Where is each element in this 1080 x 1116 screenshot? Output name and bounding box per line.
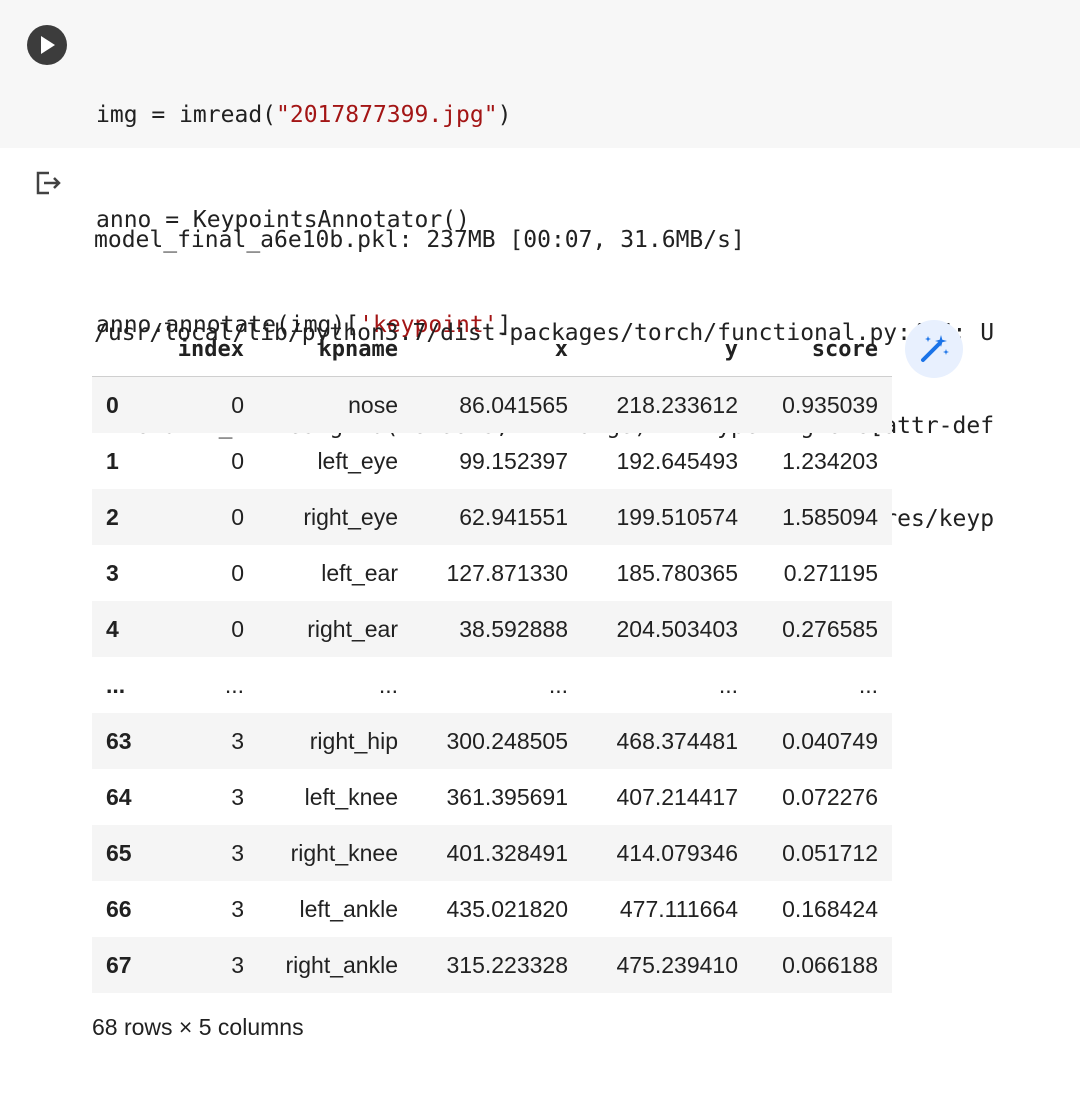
table-cell: left_knee — [304, 783, 398, 810]
table-cell: 185.780365 — [616, 559, 738, 586]
column-header: kpname — [258, 322, 412, 377]
table-cell: 0.271195 — [783, 559, 878, 586]
table-cell: 407.214417 — [616, 783, 738, 810]
table-cell: 401.328491 — [412, 825, 582, 881]
table-row: ... ... ... ... ... ... — [92, 657, 892, 713]
dataframe-shape: 68 rows × 5 columns — [92, 1014, 304, 1040]
row-index-cell: 64 — [106, 783, 132, 810]
table-row: 64 3 left_knee 361.395691 407.214417 0.0… — [92, 769, 892, 825]
table-cell: nose — [258, 376, 412, 433]
table-cell: ... — [858, 671, 878, 698]
table-cell: left_ear — [321, 559, 398, 586]
table-cell: 468.374481 — [582, 713, 752, 769]
row-index-cell: 0 — [92, 376, 150, 433]
table-cell: 127.871330 — [446, 559, 568, 586]
row-index-cell: 67 — [92, 937, 150, 993]
table-row: 63 3 right_hip 300.248505 468.374481 0.0… — [92, 713, 892, 769]
table-row: 3 0 left_ear 127.871330 185.780365 0.271… — [92, 545, 892, 601]
table-cell: 3 — [231, 895, 244, 922]
row-index-cell: 4 — [92, 601, 150, 657]
run-cell-button[interactable] — [27, 25, 67, 65]
code-line: img = imread("2017877399.jpg") — [96, 102, 512, 128]
column-header: y — [582, 322, 752, 377]
table-row: 66 3 left_ankle 435.021820 477.111664 0.… — [92, 881, 892, 937]
table-cell: 315.223328 — [412, 937, 582, 993]
table-cell: 361.395691 — [446, 783, 568, 810]
table-cell: ... — [378, 671, 398, 698]
table-cell: 414.079346 — [582, 825, 752, 881]
table-cell: right_ear — [258, 601, 412, 657]
row-index-cell: 3 — [106, 559, 119, 586]
table-cell: 0.168424 — [782, 895, 878, 922]
magic-wand-icon — [921, 335, 949, 362]
table-cell: 192.645493 — [616, 447, 738, 474]
table-cell: 3 — [150, 825, 258, 881]
row-index-cell: 2 — [92, 489, 150, 545]
table-cell: left_ankle — [299, 895, 398, 922]
table-cell: 218.233612 — [582, 376, 752, 433]
table-cell: ... — [224, 671, 244, 698]
row-index-cell: 66 — [106, 895, 132, 922]
table-cell: 3 — [231, 783, 244, 810]
table-row: 2 0 right_eye 62.941551 199.510574 1.585… — [92, 489, 892, 545]
table-cell: 0.072276 — [782, 783, 878, 810]
column-header: score — [752, 322, 892, 377]
table-cell: 0 — [150, 489, 258, 545]
table-cell: 99.152397 — [459, 447, 568, 474]
table-row: 1 0 left_eye 99.152397 192.645493 1.2342… — [92, 433, 892, 489]
table-cell: 204.503403 — [582, 601, 752, 657]
table-cell: right_ankle — [258, 937, 412, 993]
play-icon — [41, 36, 55, 54]
row-index-cell: 65 — [92, 825, 150, 881]
column-header — [92, 322, 150, 377]
table-cell: 0.040749 — [752, 713, 892, 769]
table-cell: ... — [548, 671, 568, 698]
table-cell: 199.510574 — [582, 489, 752, 545]
table-cell: 0 — [150, 601, 258, 657]
table-cell: 0 — [231, 559, 244, 586]
table-cell: right_knee — [258, 825, 412, 881]
table-row: 0 0 nose 86.041565 218.233612 0.935039 — [92, 376, 892, 433]
table-cell: 1.585094 — [752, 489, 892, 545]
table-cell: left_eye — [317, 447, 398, 474]
table-cell: 38.592888 — [412, 601, 582, 657]
table-cell: right_eye — [258, 489, 412, 545]
dataframe-table: index kpname x y score 0 0 nose 86.04156… — [92, 322, 892, 993]
stderr-line: model_final_a6e10b.pkl: 237MB [00:07, 31… — [94, 227, 745, 253]
code-cell[interactable]: img = imread("2017877399.jpg") anno = Ke… — [0, 0, 1080, 338]
column-header: index — [150, 322, 258, 377]
table-cell: 0 — [150, 376, 258, 433]
table-cell: 0.066188 — [752, 937, 892, 993]
table-cell: 300.248505 — [412, 713, 582, 769]
table-header-row: index kpname x y score — [92, 322, 892, 377]
table-row: 4 0 right_ear 38.592888 204.503403 0.276… — [92, 601, 892, 657]
row-index-cell: 1 — [106, 447, 119, 474]
table-cell: 3 — [150, 713, 258, 769]
column-header: x — [412, 322, 582, 377]
row-index-cell: ... — [106, 671, 126, 698]
table-cell: 1.234203 — [782, 447, 878, 474]
table-row: 65 3 right_knee 401.328491 414.079346 0.… — [92, 825, 892, 881]
table-cell: 0 — [231, 447, 244, 474]
table-cell: 475.239410 — [582, 937, 752, 993]
table-cell: 3 — [150, 937, 258, 993]
table-cell: 0.276585 — [752, 601, 892, 657]
table-cell: 62.941551 — [412, 489, 582, 545]
table-cell: 0.935039 — [752, 376, 892, 433]
table-cell: 477.111664 — [619, 895, 738, 922]
table-cell: 86.041565 — [412, 376, 582, 433]
table-cell: 0.051712 — [752, 825, 892, 881]
suggest-charts-button[interactable] — [905, 320, 963, 378]
table-cell: 435.021820 — [446, 895, 568, 922]
table-cell: right_hip — [258, 713, 412, 769]
table-row: 67 3 right_ankle 315.223328 475.239410 0… — [92, 937, 892, 993]
output-arrow-icon[interactable] — [34, 170, 64, 196]
row-index-cell: 63 — [92, 713, 150, 769]
table-cell: ... — [718, 671, 738, 698]
